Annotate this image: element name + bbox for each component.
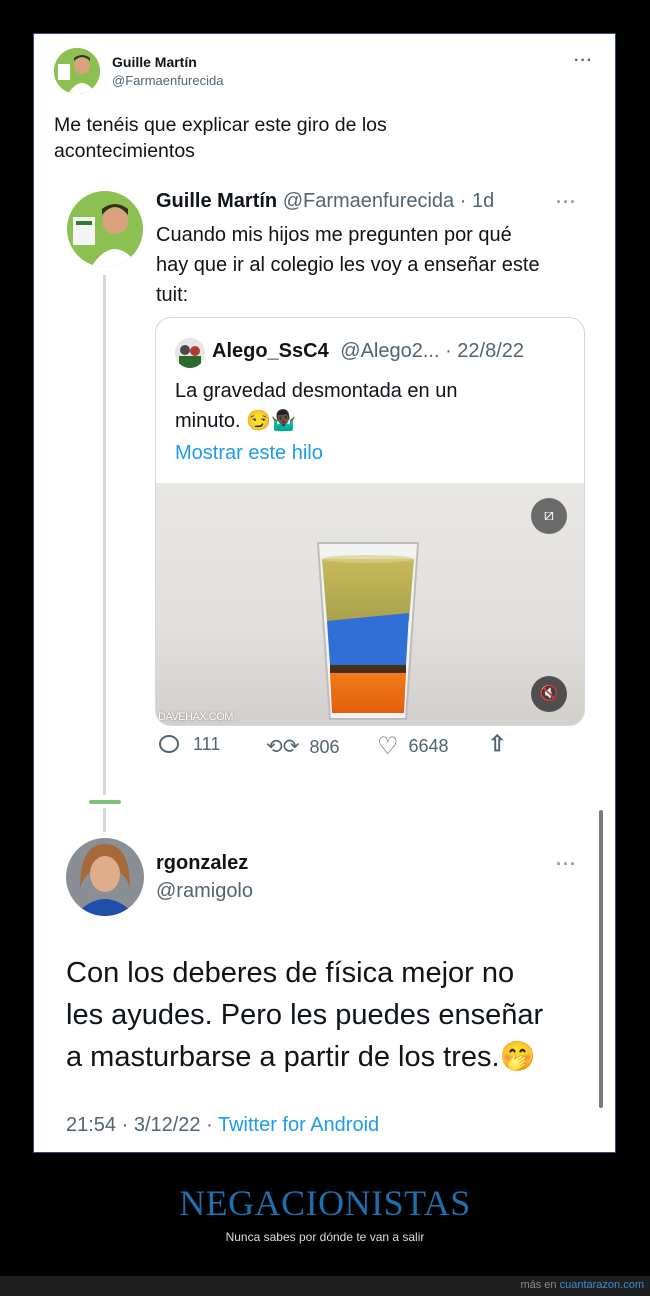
tweet-screenshot-frame: Guille Martín @Farmaenfurecida ··· Me te… <box>33 33 616 1153</box>
quoted-tweet-text: La gravedad desmontada en un minuto. 😏🤷🏿… <box>175 376 457 436</box>
scrollbar[interactable] <box>599 810 603 1108</box>
reply-tweet-text: Con los deberes de física mejor no les a… <box>66 952 543 1078</box>
like-count: 6648 <box>408 736 449 756</box>
screenshot-text-line3: tuit: <box>156 284 189 306</box>
quoted-video[interactable]: ⧄ 🔇 DAVEHAX.COM <box>156 483 584 725</box>
reply-author-name[interactable]: rgonzalez <box>156 852 248 875</box>
reply-author-handle[interactable]: @ramigolo <box>156 880 253 903</box>
outer-tweet-text: Me tenéis que explicar este giro de los … <box>54 112 387 164</box>
caption-subtitle: Nunca sabes por dónde te van a salir <box>225 1230 425 1244</box>
share-icon[interactable]: ⇧ <box>488 731 506 757</box>
glass-of-layered-liquid <box>316 542 420 720</box>
screenshot-author-name[interactable]: Guille Martín <box>156 190 277 212</box>
like-action[interactable]: ♡ 6648 <box>377 732 449 761</box>
reply-author-avatar <box>66 838 144 916</box>
thread-line-lower <box>103 808 106 832</box>
screenshot-text-line2: hay que ir al colegio les voy a enseñar … <box>156 254 540 276</box>
thread-line-marker <box>89 800 121 804</box>
quoted-emoji: 😏🤷🏿‍♂️ <box>246 410 296 432</box>
quoted-tweet-card[interactable]: Alego_SsC4 @Alego2... · 22/8/22 La grave… <box>155 317 585 726</box>
reply-emoji: 🤭 <box>499 1041 536 1073</box>
outer-author-name[interactable]: Guille Martín <box>112 54 197 70</box>
quoted-text-line2: minuto. <box>175 410 241 432</box>
video-watermark: DAVEHAX.COM <box>158 711 233 723</box>
screenshot-tweet-header: Guille Martín @Farmaenfurecida · 1d <box>156 190 494 213</box>
screenshot-author-meta[interactable]: @Farmaenfurecida · 1d <box>283 190 495 212</box>
reply-text-line1: Con los deberes de física mejor no <box>66 957 515 989</box>
hide-media-icon[interactable]: ⧄ <box>531 498 567 534</box>
footer-site-link[interactable]: cuantarazon.com <box>560 1279 644 1291</box>
screenshot-tweet-text: Cuando mis hijos me pregunten por qué ha… <box>156 220 540 310</box>
quoted-author-meta[interactable]: @Alego2... · 22/8/22 <box>340 340 524 362</box>
screenshot-author-avatar <box>67 191 143 267</box>
quoted-author-avatar <box>175 338 205 368</box>
reply-source-link[interactable]: Twitter for Android <box>218 1114 379 1136</box>
outer-text-line2: acontecimientos <box>54 140 195 162</box>
reply-more-icon[interactable]: ··· <box>556 854 577 875</box>
outer-author-avatar[interactable] <box>54 48 100 94</box>
mute-icon[interactable]: 🔇 <box>531 676 567 712</box>
screenshot-text-line1: Cuando mis hijos me pregunten por qué <box>156 224 512 246</box>
retweet-count: 806 <box>309 737 340 757</box>
outer-author-handle[interactable]: @Farmaenfurecida <box>112 73 223 88</box>
quoted-text-line1: La gravedad desmontada en un <box>175 380 458 402</box>
quoted-tweet-header: Alego_SsC4 @Alego2... · 22/8/22 <box>212 340 524 363</box>
reply-text-line3: a masturbarse a partir de los tres. <box>66 1041 500 1073</box>
reply-tweet-meta: 21:54 · 3/12/22 · Twitter for Android <box>66 1114 379 1137</box>
thread-line <box>103 275 106 795</box>
heart-icon: ♡ <box>377 733 399 760</box>
reply-timestamp[interactable]: 21:54 · 3/12/22 · <box>66 1114 218 1136</box>
retweet-icon: ⟲⟳ <box>266 736 300 758</box>
reply-action[interactable]: 111 <box>159 734 220 755</box>
caption-title: NEGACIONISTAS <box>179 1183 471 1223</box>
reply-text-line2: les ayudes. Pero les puedes enseñar <box>66 999 544 1031</box>
footer-source: más en cuantarazon.com <box>520 1279 644 1291</box>
reply-count: 111 <box>193 734 221 754</box>
show-thread-link[interactable]: Mostrar este hilo <box>175 442 323 465</box>
screenshot-more-icon[interactable]: ··· <box>556 192 577 213</box>
retweet-action[interactable]: ⟲⟳ 806 <box>266 734 340 759</box>
quoted-author-name[interactable]: Alego_SsC4 <box>212 340 329 362</box>
footer-prefix: más en <box>520 1279 560 1291</box>
reply-icon <box>159 735 179 753</box>
outer-text-line1: Me tenéis que explicar este giro de los <box>54 114 387 136</box>
outer-more-icon[interactable]: ··· <box>574 52 593 70</box>
